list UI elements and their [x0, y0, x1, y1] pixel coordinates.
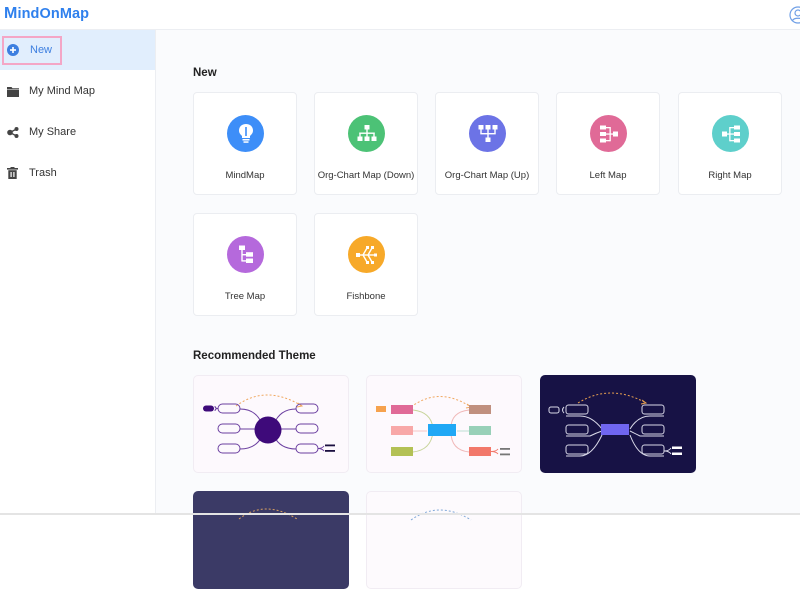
- theme-card-dark-navy[interactable]: [540, 375, 696, 473]
- top-bar: MindOnMap: [0, 0, 800, 30]
- sidebar-item-my-share[interactable]: My Share: [0, 112, 155, 152]
- org-chart-up-icon: [469, 115, 506, 152]
- folder-icon: [6, 85, 19, 98]
- template-label: Org-Chart Map (Up): [444, 170, 530, 181]
- left-map-icon: [590, 115, 627, 152]
- app-logo[interactable]: MindOnMap: [4, 5, 89, 23]
- template-card-left-map[interactable]: Left Map: [556, 92, 660, 195]
- recommended-section-title: Recommended Theme: [193, 350, 316, 362]
- tree-map-icon: [227, 236, 264, 273]
- fishbone-icon: [348, 236, 385, 273]
- sidebar-item-label: Trash: [29, 167, 57, 179]
- template-label: Tree Map: [224, 291, 266, 302]
- new-section-title: New: [193, 67, 217, 79]
- trash-icon: [6, 167, 19, 180]
- logo-mark: M: [4, 5, 18, 22]
- sidebar-item-trash[interactable]: Trash: [0, 153, 155, 193]
- sidebar-item-label: My Share: [29, 126, 77, 138]
- theme-preview-purple-classic: [203, 394, 335, 454]
- theme-card-purple-classic[interactable]: [193, 375, 349, 473]
- template-label: Org-Chart Map (Down): [317, 170, 415, 181]
- org-chart-down-icon: [348, 115, 385, 152]
- share-icon: [6, 126, 19, 139]
- theme-preview-slate: [238, 508, 298, 520]
- sidebar: New My Mind Map My Share Trash: [0, 30, 156, 515]
- right-map-icon: [712, 115, 749, 152]
- template-card-mindmap[interactable]: MindMap: [193, 92, 297, 195]
- logo-text: indOnMap: [17, 6, 90, 22]
- template-card-org-chart-up[interactable]: Org-Chart Map (Up): [435, 92, 539, 195]
- theme-card-light[interactable]: [366, 491, 522, 589]
- template-label: Fishbone: [346, 291, 386, 302]
- lightbulb-icon: [227, 115, 264, 152]
- sidebar-item-new[interactable]: New: [0, 30, 155, 70]
- template-card-org-chart-down[interactable]: Org-Chart Map (Down): [314, 92, 418, 195]
- template-label: Left Map: [589, 170, 627, 181]
- template-label: Right Map: [708, 170, 752, 181]
- sidebar-item-my-mind-map[interactable]: My Mind Map: [0, 71, 155, 111]
- sidebar-item-label: My Mind Map: [29, 85, 96, 97]
- template-card-fishbone[interactable]: Fishbone: [314, 213, 418, 316]
- template-card-right-map[interactable]: Right Map: [678, 92, 782, 195]
- template-label: MindMap: [225, 170, 265, 181]
- template-card-tree-map[interactable]: Tree Map: [193, 213, 297, 316]
- theme-card-colorful[interactable]: [366, 375, 522, 473]
- theme-card-slate[interactable]: [193, 491, 349, 589]
- main-content: New MindMap Org-Chart Map (Down) Org-Cha…: [156, 30, 800, 589]
- theme-preview-dark-navy: [548, 392, 682, 457]
- theme-preview-light: [410, 509, 472, 521]
- selection-highlight: [2, 36, 62, 65]
- theme-preview-colorful: [376, 396, 510, 456]
- user-account-icon[interactable]: [789, 6, 800, 24]
